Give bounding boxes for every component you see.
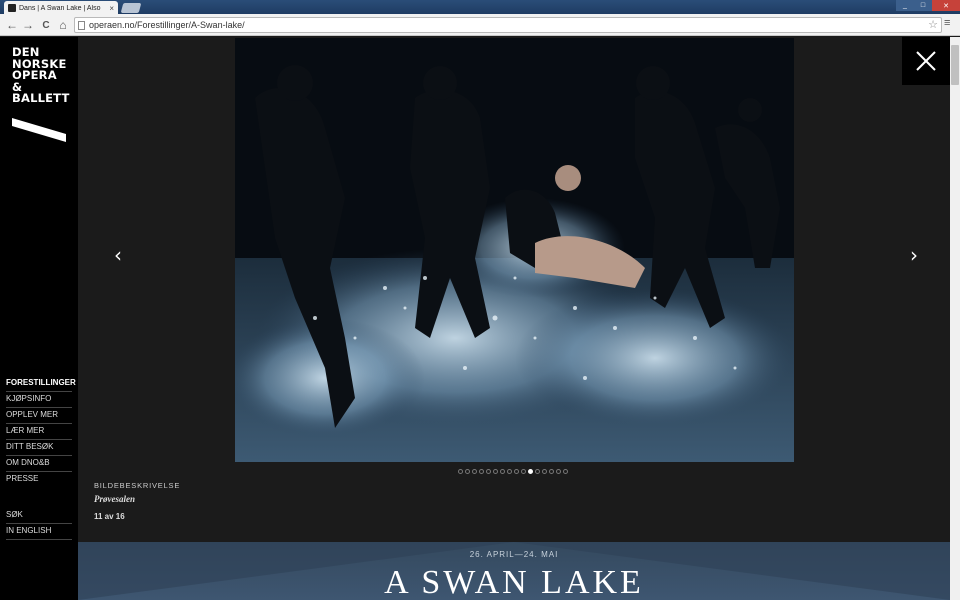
maximize-button[interactable]: □ (914, 0, 932, 11)
nav-item-in-english[interactable]: In English (6, 524, 72, 540)
pagination-dot[interactable] (479, 469, 484, 474)
sidebar: DEN NORSKE OPERA & BALLETT Forestillinge… (0, 37, 78, 600)
close-icon (916, 51, 936, 71)
new-tab-button[interactable] (120, 3, 142, 13)
scrollbar-thumb[interactable] (951, 45, 959, 85)
image-counter: 11 av 16 (94, 512, 125, 521)
window-close-button[interactable]: ✕ (932, 0, 960, 11)
pagination-dot[interactable] (549, 469, 554, 474)
performance-hero: 26. APRIL—24. MAI A SWAN LAKE (78, 542, 950, 600)
browser-menu-button[interactable]: ≡ (944, 17, 956, 33)
window-titlebar: Dans | A Swan Lake | Also × _ □ ✕ (0, 0, 960, 15)
pagination-dot[interactable] (472, 469, 477, 474)
nav-item-ditt-besok[interactable]: Ditt besøk (6, 440, 72, 456)
dancers-in-water-image (235, 38, 794, 462)
nav-item-kjopsinfo[interactable]: Kjøpsinfo (6, 392, 72, 408)
pagination-dot[interactable] (563, 469, 568, 474)
nav-item-laer-mer[interactable]: Lær mer (6, 424, 72, 440)
forward-button[interactable]: → (20, 17, 36, 33)
site-logo[interactable]: DEN NORSKE OPERA & BALLETT (12, 46, 70, 105)
bookmark-star-icon[interactable]: ☆ (928, 18, 938, 32)
back-button[interactable]: ← (4, 17, 20, 33)
browser-toolbar: ← → C ⌂ operaen.no/Forestillinger/A-Swan… (0, 14, 960, 36)
next-image-button[interactable]: › (906, 245, 922, 265)
page: DEN NORSKE OPERA & BALLETT Forestillinge… (0, 37, 960, 600)
pagination-dot[interactable] (521, 469, 526, 474)
pagination-dot[interactable] (486, 469, 491, 474)
home-button[interactable]: ⌂ (55, 17, 71, 33)
pagination-dot[interactable] (507, 469, 512, 474)
scrollbar[interactable] (950, 37, 960, 600)
performance-title: A SWAN LAKE (384, 564, 644, 600)
tab-close-icon[interactable]: × (109, 4, 114, 13)
gallery-pagination (458, 469, 568, 474)
address-bar[interactable]: operaen.no/Forestillinger/A-Swan-lake/ ☆ (74, 17, 942, 33)
nav-item-forestillinger[interactable]: Forestillinger (6, 376, 76, 392)
prev-image-button[interactable]: ‹ (110, 245, 126, 265)
main-nav: Forestillinger Kjøpsinfo Opplev mer Lær … (6, 376, 76, 488)
pagination-dot[interactable] (493, 469, 498, 474)
gallery-photo (235, 38, 794, 462)
pagination-dot[interactable] (556, 469, 561, 474)
pagination-dot[interactable] (514, 469, 519, 474)
nav-item-sok[interactable]: Søk (6, 508, 72, 524)
secondary-nav: Søk In English (6, 508, 72, 540)
tab-title: Dans | A Swan Lake | Also (19, 4, 101, 12)
image-gallery: ‹ › Bildebeskrivelse Prøvesalen 11 av 16 (78, 37, 950, 542)
caption-text: Prøvesalen (94, 494, 135, 504)
nav-item-opplev-mer[interactable]: Opplev mer (6, 408, 72, 424)
pagination-dot[interactable] (465, 469, 470, 474)
pagination-dot[interactable] (528, 469, 533, 474)
pagination-dot[interactable] (500, 469, 505, 474)
nav-item-presse[interactable]: Presse (6, 472, 72, 488)
url-text: operaen.no/Forestillinger/A-Swan-lake/ (89, 20, 245, 30)
logo-line: BALLETT (12, 91, 70, 105)
close-gallery-button[interactable] (902, 37, 950, 85)
page-icon (78, 21, 85, 30)
caption-label: Bildebeskrivelse (94, 481, 181, 490)
browser-tab[interactable]: Dans | A Swan Lake | Also × (4, 1, 118, 15)
logo-roof-icon (12, 118, 66, 142)
pagination-dot[interactable] (458, 469, 463, 474)
nav-item-om-dnob[interactable]: Om DNO&B (6, 456, 72, 472)
pagination-dot[interactable] (542, 469, 547, 474)
reload-button[interactable]: C (38, 17, 54, 33)
minimize-button[interactable]: _ (896, 0, 914, 11)
performance-dates: 26. APRIL—24. MAI (469, 550, 559, 559)
pagination-dot[interactable] (535, 469, 540, 474)
favicon-icon (8, 4, 16, 12)
